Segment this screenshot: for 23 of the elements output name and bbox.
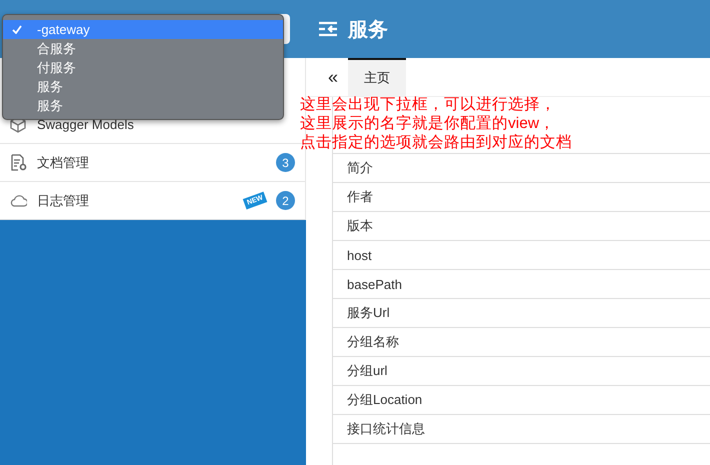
table-cell: 分组url bbox=[333, 357, 710, 386]
table-cell: 分组名称 bbox=[333, 328, 710, 357]
table-cell: 服务Url bbox=[333, 299, 710, 328]
count-badge: 3 bbox=[276, 153, 295, 172]
table-cell: host bbox=[333, 241, 710, 270]
table-cell: 作者 bbox=[333, 183, 710, 212]
table-cell: 版本 bbox=[333, 212, 710, 241]
table-cell: 简介 bbox=[333, 154, 710, 183]
dropdown-option[interactable]: 服务 bbox=[3, 77, 283, 96]
dropdown-option[interactable]: 合服务 bbox=[3, 39, 283, 58]
table-cell: basePath bbox=[333, 270, 710, 299]
count-badge: 2 bbox=[276, 191, 295, 210]
dropdown-option[interactable]: 付服务 bbox=[3, 58, 283, 77]
tab[interactable]: 主页 bbox=[348, 58, 406, 96]
app-title: 服务 bbox=[348, 18, 388, 42]
dropdown-option[interactable]: -gateway bbox=[3, 20, 283, 39]
check-icon bbox=[12, 25, 22, 34]
collapse-button[interactable]: « bbox=[318, 58, 348, 96]
menu-fold-icon bbox=[318, 21, 338, 37]
table-cell: 接口统计信息 bbox=[333, 415, 710, 444]
cloud-icon bbox=[10, 192, 27, 209]
table-cell: 分组Location bbox=[333, 386, 710, 415]
document-gear-icon bbox=[10, 154, 27, 171]
